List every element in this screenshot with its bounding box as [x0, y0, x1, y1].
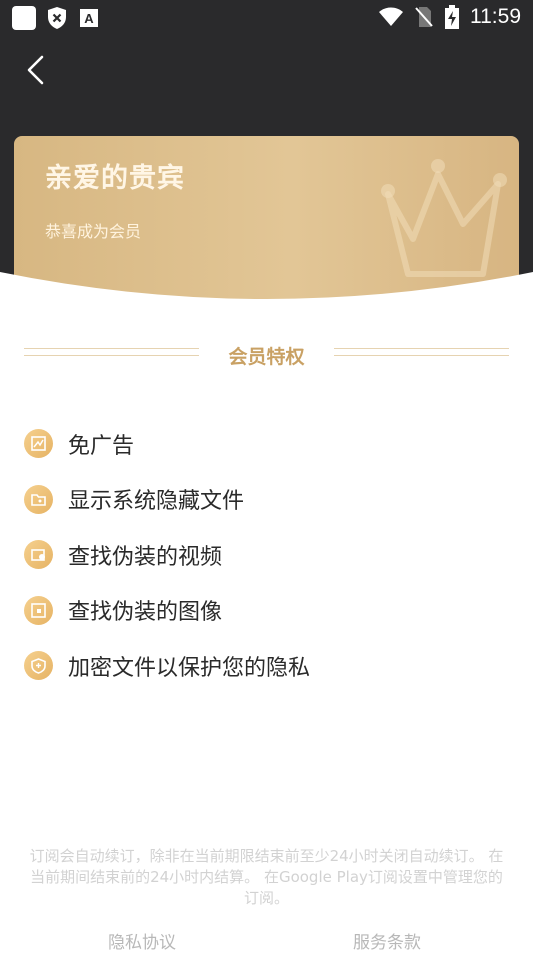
- status-right-icons: 11:59: [378, 5, 521, 29]
- privacy-policy-link[interactable]: 隐私协议: [108, 928, 176, 953]
- status-time: 11:59: [470, 5, 521, 28]
- status-left-icons: A: [12, 6, 100, 30]
- curved-divider: [0, 272, 533, 326]
- feature-list: 免广告 显示系统隐藏文件 查找伪装的视频 查找伪装的图像 加密文件以保护您的隐私: [24, 416, 514, 694]
- font-a-icon: A: [80, 9, 98, 27]
- folder-icon: [24, 484, 53, 514]
- battery-charging-icon: [445, 5, 459, 29]
- feature-item: 显示系统隐藏文件: [24, 472, 514, 528]
- video-icon: [24, 540, 53, 570]
- image-icon: [24, 595, 53, 625]
- no-sim-icon: [415, 7, 433, 27]
- feature-label: 免广告: [68, 433, 135, 459]
- feature-label: 显示系统隐藏文件: [68, 489, 245, 515]
- section-header: 会员特权: [0, 340, 533, 370]
- feature-item: 免广告: [24, 416, 514, 472]
- feature-label: 加密文件以保护您的隐私: [68, 655, 311, 681]
- shield-x-icon: [48, 7, 66, 29]
- back-arrow-icon[interactable]: [20, 52, 56, 88]
- feature-label: 查找伪装的视频: [68, 544, 223, 570]
- divider-lines-right: [334, 348, 509, 362]
- card-subtitle: 恭喜成为会员: [45, 222, 142, 241]
- ad-free-icon: [24, 429, 53, 459]
- wifi-icon: [379, 7, 403, 26]
- feature-item: 加密文件以保护您的隐私: [24, 638, 514, 694]
- feature-item: 查找伪装的视频: [24, 527, 514, 583]
- terms-of-service-link[interactable]: 服务条款: [353, 928, 421, 953]
- footer-links: 隐私协议 服务条款: [0, 928, 533, 953]
- feature-item: 查找伪装的图像: [24, 583, 514, 639]
- status-bar: A 11:59: [0, 0, 533, 36]
- app-notification-icon: [12, 6, 36, 30]
- shield-icon: [24, 651, 53, 681]
- feature-label: 查找伪装的图像: [68, 600, 223, 626]
- subscription-notice: 订阅会自动续订，除非在当前期限结束前至少24小时关闭自动续订。 在当前期间结束前…: [29, 847, 504, 907]
- card-title: 亲爱的贵宾: [45, 163, 185, 194]
- svg-text:A: A: [84, 11, 94, 26]
